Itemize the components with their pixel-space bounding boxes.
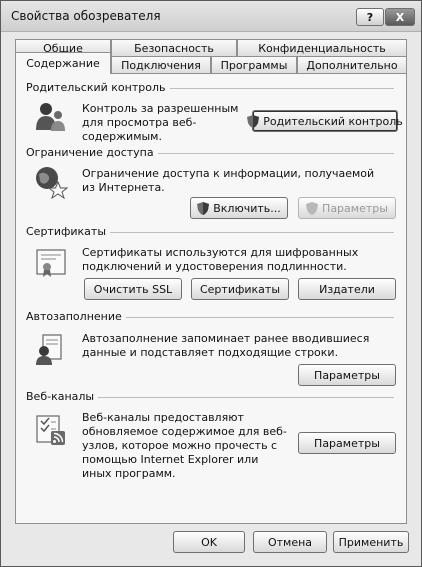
tab-connections[interactable]: Подключения: [111, 56, 211, 74]
content-advisor-settings-button[interactable]: Параметры: [298, 197, 396, 219]
shield-icon: [197, 201, 210, 215]
feeds-description: Веб-каналы предоставляют обновляемое сод…: [82, 411, 287, 480]
content-tab-panel: Родительский контроль Контроль за разреш…: [15, 73, 407, 524]
tab-control: Общие Безопасность Конфиденциальность Со…: [9, 35, 413, 525]
parental-control-button-label: Родительский контроль: [263, 114, 403, 128]
autocomplete-description: Автозаполнение запоминает ранее вводивши…: [82, 332, 370, 359]
ok-button[interactable]: OK: [173, 531, 245, 553]
close-button[interactable]: X: [385, 8, 415, 26]
publishers-button[interactable]: Издатели: [298, 278, 396, 300]
tab-advanced[interactable]: Дополнительно: [297, 56, 407, 74]
internet-options-window: Свойства обозревателя ? X Общие Безопасн…: [0, 0, 422, 567]
enable-content-advisor-button[interactable]: Включить...: [190, 197, 288, 219]
settings-button-label: Параметры: [322, 201, 388, 215]
feeds-settings-button[interactable]: Параметры: [298, 432, 396, 454]
content-advisor-title: Ограничение доступа: [26, 146, 158, 159]
autocomplete-settings-button[interactable]: Параметры: [298, 364, 396, 386]
certificates-description: Сертификаты используются для шифрованных…: [82, 246, 359, 273]
autocomplete-icon: [36, 334, 62, 365]
tab-security[interactable]: Безопасность: [111, 39, 237, 57]
globe-star-icon: [36, 167, 68, 199]
parental-control-icon: [36, 103, 65, 131]
feeds-title: Веб-каналы: [26, 390, 99, 403]
help-button[interactable]: ?: [356, 8, 384, 26]
shield-icon: [247, 114, 260, 128]
certificate-icon: [36, 249, 66, 277]
title-bar: Свойства обозревателя ? X: [1, 1, 421, 32]
cancel-button[interactable]: Отмена: [253, 531, 327, 553]
content-advisor-description: Ограничение доступа к информации, получа…: [82, 167, 375, 194]
autocomplete-title: Автозаполнение: [26, 310, 126, 323]
clear-ssl-button[interactable]: Очистить SSL: [84, 278, 182, 300]
enable-button-label: Включить...: [213, 201, 281, 215]
tab-programs[interactable]: Программы: [211, 56, 297, 74]
rss-feed-icon: [36, 415, 65, 445]
certificates-title: Сертификаты: [26, 225, 111, 238]
tab-privacy[interactable]: Конфиденциальность: [237, 39, 407, 57]
tab-content[interactable]: Содержание: [15, 52, 111, 74]
parental-control-title: Родительский контроль: [26, 81, 170, 94]
apply-button[interactable]: Применить: [333, 531, 409, 553]
shield-icon: [306, 201, 319, 215]
certificates-button[interactable]: Сертификаты: [191, 278, 289, 300]
parental-control-button[interactable]: Родительский контроль: [247, 110, 403, 132]
window-title: Свойства обозревателя: [11, 9, 161, 23]
parental-control-description: Контроль за разрешенным для просмотра ве…: [82, 102, 239, 143]
